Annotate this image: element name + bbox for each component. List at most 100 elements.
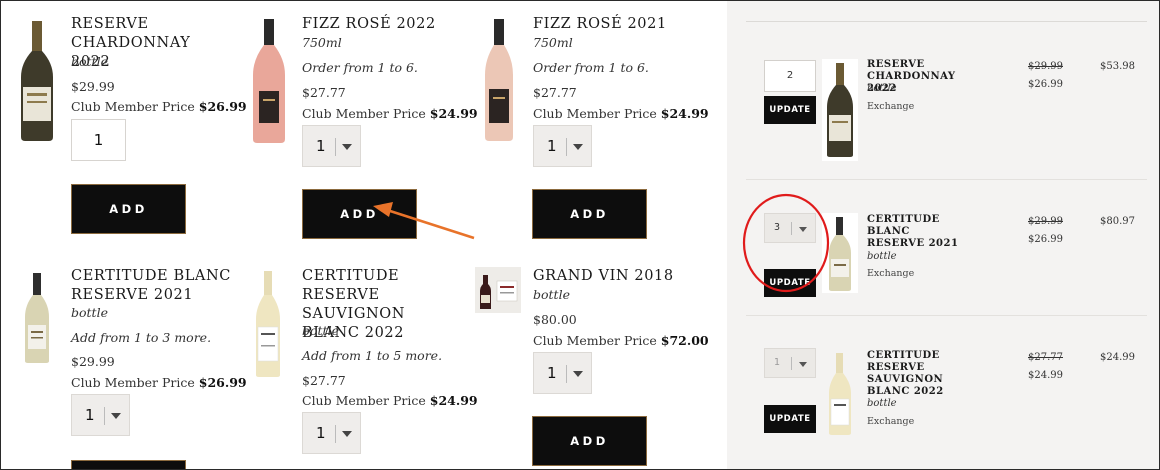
club-member-price: Club Member Price $26.99 — [71, 375, 247, 390]
chevron-down-icon — [799, 362, 807, 367]
product-price: $27.77 — [302, 85, 346, 100]
club-member-price: Club Member Price $72.00 — [533, 333, 709, 348]
quantity-value: 1 — [547, 137, 557, 155]
update-button[interactable]: UPDATE — [764, 269, 816, 297]
club-price-value: $26.99 — [198, 99, 247, 114]
product-price: $80.00 — [533, 312, 577, 327]
chevron-down-icon — [573, 371, 583, 377]
product-name[interactable]: CERTITUDE BLANC RESERVE 2021 — [71, 267, 231, 305]
add-to-cart-button[interactable]: ADD — [532, 189, 647, 239]
club-price-label: Club Member Price — [533, 333, 657, 348]
exchange-link[interactable]: Exchange — [867, 101, 914, 112]
club-price-value: $26.99 — [198, 375, 247, 390]
wine-bottle-image — [253, 19, 285, 143]
cart-quantity-select[interactable]: 3 — [764, 213, 816, 243]
club-price-value: $24.99 — [429, 106, 478, 121]
quantity-value: 1 — [547, 364, 557, 382]
select-divider — [104, 407, 105, 425]
add-to-cart-button[interactable]: ADD — [302, 189, 417, 239]
line-total: $24.99 — [1100, 352, 1135, 363]
product-unit: bottle — [533, 287, 570, 302]
quantity-value: 1 — [774, 357, 781, 368]
wine-bottle-image — [822, 213, 858, 293]
divider — [746, 179, 1147, 180]
exchange-link[interactable]: Exchange — [867, 268, 914, 279]
chevron-down-icon — [573, 144, 583, 150]
member-price: $24.99 — [1028, 370, 1063, 381]
select-divider — [566, 365, 567, 383]
cart-panel: 2 UPDATE RESERVE CHARDONNAY 2022 bottle … — [727, 1, 1159, 469]
cart-quantity-input[interactable]: 2 — [764, 60, 816, 92]
cart-item-name[interactable]: CERTITUDE BLANC RESERVE 2021 — [867, 214, 967, 250]
exchange-link[interactable]: Exchange — [867, 416, 914, 427]
chevron-down-icon — [111, 413, 121, 419]
line-total: $80.97 — [1100, 216, 1135, 227]
club-price-value: $72.00 — [660, 333, 709, 348]
original-price: $27.77 — [1028, 352, 1063, 363]
wine-bottle-image — [21, 21, 53, 141]
wine-bottle-image — [829, 353, 851, 435]
club-member-price: Club Member Price $26.99 — [71, 99, 247, 114]
club-member-price: Club Member Price $24.99 — [533, 106, 709, 121]
product-name[interactable]: GRAND VIN 2018 — [533, 267, 693, 286]
add-to-cart-button[interactable]: ADD — [71, 184, 186, 234]
club-price-label: Club Member Price — [302, 393, 426, 408]
wine-bottle-image — [485, 19, 513, 141]
quantity-value: 1 — [85, 406, 95, 424]
club-price-label: Club Member Price — [533, 106, 657, 121]
product-name[interactable]: FIZZ ROSÉ 2022 — [302, 15, 462, 34]
order-limit-note: Add from 1 to 3 more. — [71, 330, 212, 345]
cart-item-unit: bottle — [867, 83, 897, 94]
club-member-price: Club Member Price $24.99 — [302, 393, 478, 408]
product-price: $27.77 — [533, 85, 577, 100]
quantity-select[interactable]: 1 — [71, 394, 130, 436]
club-price-label: Club Member Price — [71, 99, 195, 114]
page-frame: RESERVE CHARDONNAY 2022 bottle $29.99 Cl… — [0, 0, 1160, 470]
add-to-cart-button[interactable] — [71, 460, 186, 469]
product-unit: bottle — [71, 305, 108, 320]
original-price: $29.99 — [1028, 216, 1063, 227]
member-price: $26.99 — [1028, 234, 1063, 245]
product-unit: bottle — [71, 54, 108, 69]
update-button[interactable]: UPDATE — [764, 96, 816, 124]
quantity-select[interactable]: 1 — [533, 125, 592, 167]
order-limit-note: Order from 1 to 6. — [302, 60, 418, 75]
product-price: $29.99 — [71, 354, 115, 369]
quantity-input[interactable]: 1 — [71, 119, 126, 161]
wine-bottle-image — [256, 271, 280, 377]
quantity-select[interactable]: 1 — [302, 412, 361, 454]
order-limit-note: Order from 1 to 6. — [533, 60, 649, 75]
wine-bottle-image — [475, 267, 521, 313]
original-price: $29.99 — [1028, 61, 1063, 72]
quantity-value: 3 — [774, 222, 781, 233]
quantity-value: 1 — [316, 137, 326, 155]
cart-item-unit: bottle — [867, 398, 897, 409]
chevron-down-icon — [342, 431, 352, 437]
product-unit: bottle — [302, 323, 339, 338]
line-total: $53.98 — [1100, 61, 1135, 72]
product-unit: 750ml — [533, 35, 573, 50]
wine-bottle-image — [822, 59, 858, 161]
product-price: $27.77 — [302, 373, 346, 388]
cart-item-name[interactable]: CERTITUDE RESERVE SAUVIGNON BLANC 2022 — [867, 350, 967, 398]
club-price-label: Club Member Price — [302, 106, 426, 121]
quantity-select[interactable]: 1 — [302, 125, 361, 167]
order-limit-note: Add from 1 to 5 more. — [302, 348, 443, 363]
cart-item-unit: bottle — [867, 251, 897, 262]
select-divider — [335, 425, 336, 443]
product-unit: 750ml — [302, 35, 342, 50]
member-price: $26.99 — [1028, 79, 1063, 90]
chevron-down-icon — [342, 144, 352, 150]
select-divider — [335, 138, 336, 156]
quantity-select[interactable]: 1 — [533, 352, 592, 394]
divider — [746, 21, 1147, 22]
add-to-cart-button[interactable]: ADD — [532, 416, 647, 466]
club-price-value: $24.99 — [660, 106, 709, 121]
club-price-label: Club Member Price — [71, 375, 195, 390]
cart-quantity-select[interactable]: 1 — [764, 348, 816, 378]
product-name[interactable]: FIZZ ROSÉ 2021 — [533, 15, 693, 34]
divider — [746, 315, 1147, 316]
select-divider — [791, 222, 792, 235]
club-member-price: Club Member Price $24.99 — [302, 106, 478, 121]
update-button[interactable]: UPDATE — [764, 405, 816, 433]
